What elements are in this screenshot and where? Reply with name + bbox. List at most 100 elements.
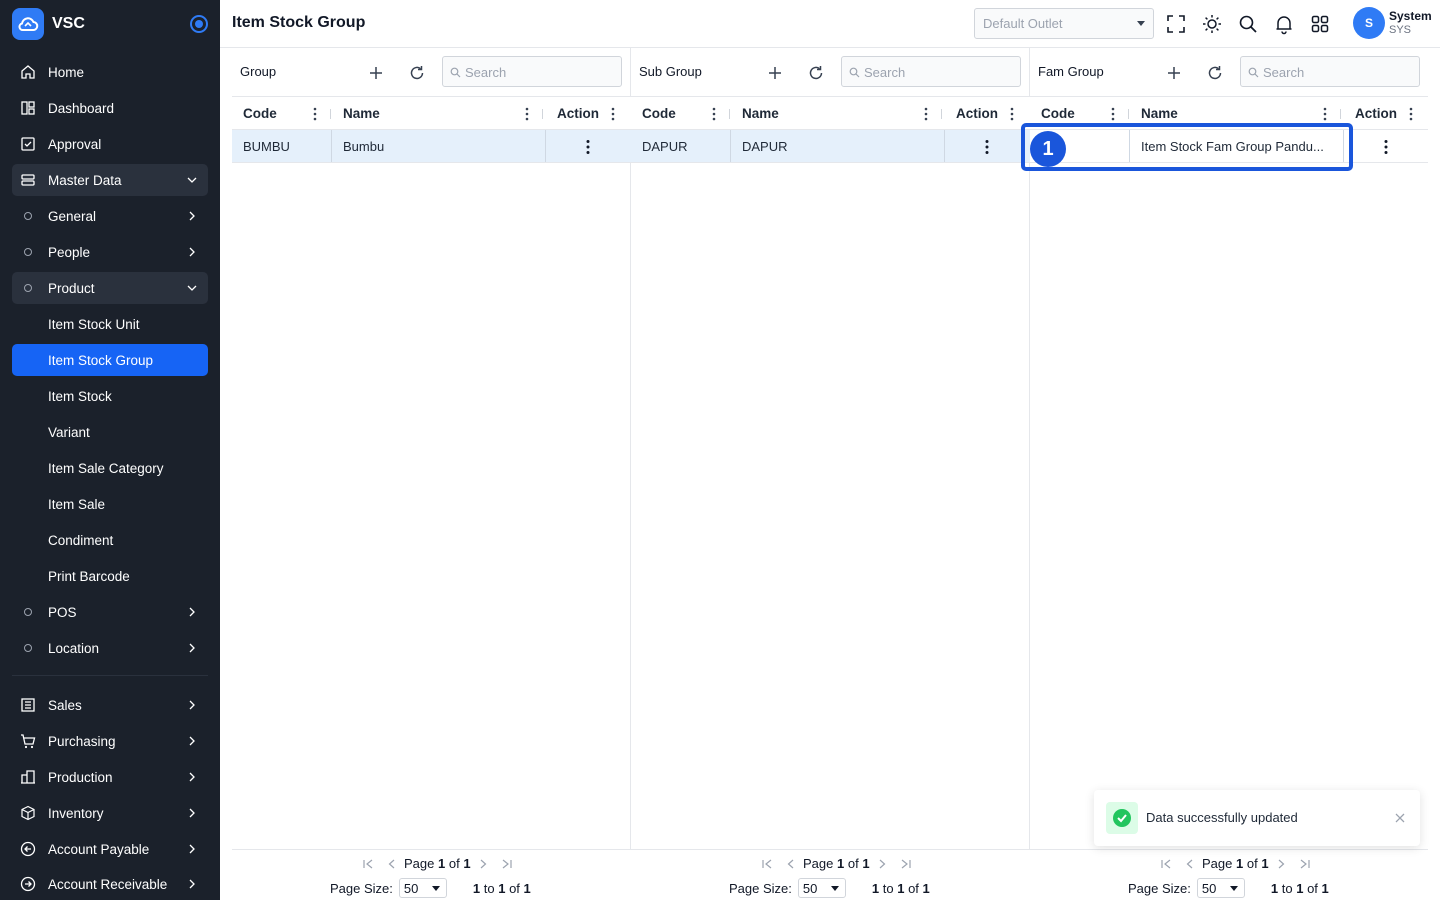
column-header-name[interactable]: Name [343,97,546,130]
table-row[interactable]: DAPUR DAPUR [631,130,1030,163]
apps-grid-icon[interactable] [1309,13,1331,35]
refresh-icon[interactable] [408,64,426,82]
column-header-action[interactable]: Action [557,97,629,130]
first-page-icon[interactable] [1160,858,1172,870]
sidebar-item-condiment[interactable]: Condiment [12,524,208,556]
column-resize-handle[interactable] [330,109,331,119]
column-header-action[interactable]: Action [1355,97,1427,130]
row-actions-icon[interactable] [586,139,590,155]
prev-page-icon[interactable] [386,858,398,870]
close-icon[interactable] [1394,812,1406,824]
last-page-icon[interactable] [900,858,912,870]
search-input[interactable] [864,63,1014,81]
search-input[interactable] [1263,63,1413,81]
outlet-select[interactable]: Default Outlet [974,8,1154,39]
column-menu-icon[interactable] [1323,107,1327,121]
sidebar-item-dashboard[interactable]: Dashboard [12,92,208,124]
column-menu-icon[interactable] [1010,107,1014,121]
sidebar-item-approval[interactable]: Approval [12,128,208,160]
sidebar-item-label: Sales [48,697,82,713]
column-resize-handle[interactable] [542,109,543,119]
column-menu-icon[interactable] [924,107,928,121]
chevron-right-icon [189,844,195,854]
sidebar-item-print-barcode[interactable]: Print Barcode [12,560,208,592]
column-resize-handle[interactable] [941,109,942,119]
sidebar-item-item-stock-unit[interactable]: Item Stock Unit [12,308,208,340]
prev-page-icon[interactable] [785,858,797,870]
page-navigator: Page 1 of 1 [356,856,519,871]
search-field[interactable] [1240,56,1420,87]
sidebar-item-account-receivable[interactable]: Account Receivable [12,868,208,900]
sidebar-item-sales[interactable]: Sales [12,689,208,721]
sidebar-item-label: Production [48,769,113,785]
sidebar-item-master-data[interactable]: Master Data [12,164,208,196]
row-actions-icon[interactable] [985,139,989,155]
sidebar-item-purchasing[interactable]: Purchasing [12,725,208,757]
sidebar-item-location[interactable]: Location [12,632,208,664]
column-header-code[interactable]: Code [243,97,331,130]
column-header-name[interactable]: Name [742,97,945,130]
sidebar-item-product[interactable]: Product [12,272,208,304]
arrow-right-circle-icon [20,876,36,892]
column-menu-icon[interactable] [712,107,716,121]
to-label: to [882,880,894,896]
last-page-icon[interactable] [1299,858,1311,870]
sidebar-item-variant[interactable]: Variant [12,416,208,448]
chevron-right-icon [189,772,195,782]
current-page: 1 [1236,856,1244,871]
search-icon[interactable] [1237,13,1259,35]
bell-icon[interactable] [1273,13,1295,35]
sidebar-item-people[interactable]: People [12,236,208,268]
brand[interactable]: VSC [12,8,208,40]
page-size-select[interactable]: 50 [1196,878,1245,898]
page-size-select[interactable]: 50 [797,878,846,898]
sidebar-item-general[interactable]: General [12,200,208,232]
next-page-icon[interactable] [477,858,489,870]
column-resize-handle[interactable] [1128,109,1129,119]
page-size-value: 50 [1201,881,1217,896]
sidebar-item-item-sale-category[interactable]: Item Sale Category [12,452,208,484]
column-menu-icon[interactable] [313,107,317,121]
sidebar-toggle-icon[interactable] [190,15,208,33]
sidebar-item-pos[interactable]: POS [12,596,208,628]
search-field[interactable] [442,56,622,87]
column-header-code[interactable]: Code [642,97,730,130]
row-actions-icon[interactable] [1384,139,1388,155]
range-to: 1 [897,880,905,896]
column-menu-icon[interactable] [1111,107,1115,121]
sidebar-item-item-stock-group[interactable]: Item Stock Group [12,344,208,376]
next-page-icon[interactable] [876,858,888,870]
first-page-icon[interactable] [362,858,374,870]
search-field[interactable] [841,56,1021,87]
column-resize-handle[interactable] [1340,109,1341,119]
sidebar-item-home[interactable]: Home [12,56,208,88]
plus-icon[interactable] [367,64,385,82]
column-header-action[interactable]: Action [956,97,1028,130]
sidebar-item-item-sale[interactable]: Item Sale [12,488,208,520]
avatar: S [1353,7,1385,39]
column-menu-icon[interactable] [525,107,529,121]
next-page-icon[interactable] [1275,858,1287,870]
page-size-select[interactable]: 50 [398,878,447,898]
first-page-icon[interactable] [761,858,773,870]
grid-header: Code Name Action [232,96,631,130]
column-resize-handle[interactable] [729,109,730,119]
fullscreen-icon[interactable] [1165,13,1187,35]
refresh-icon[interactable] [807,64,825,82]
sidebar-item-inventory[interactable]: Inventory [12,797,208,829]
sidebar-item-production[interactable]: Production [12,761,208,793]
sidebar-item-account-payable[interactable]: Account Payable [12,833,208,865]
column-menu-icon[interactable] [1409,107,1413,121]
plus-icon[interactable] [766,64,784,82]
refresh-icon[interactable] [1206,64,1224,82]
table-row[interactable]: BUMBU Bumbu [232,130,631,163]
plus-icon[interactable] [1165,64,1183,82]
annotation-highlight [1021,123,1353,171]
user-menu[interactable]: S System SYS [1353,7,1432,39]
prev-page-icon[interactable] [1184,858,1196,870]
sun-icon[interactable] [1201,13,1223,35]
last-page-icon[interactable] [501,858,513,870]
column-menu-icon[interactable] [611,107,615,121]
search-input[interactable] [465,63,615,81]
sidebar-item-item-stock[interactable]: Item Stock [12,380,208,412]
